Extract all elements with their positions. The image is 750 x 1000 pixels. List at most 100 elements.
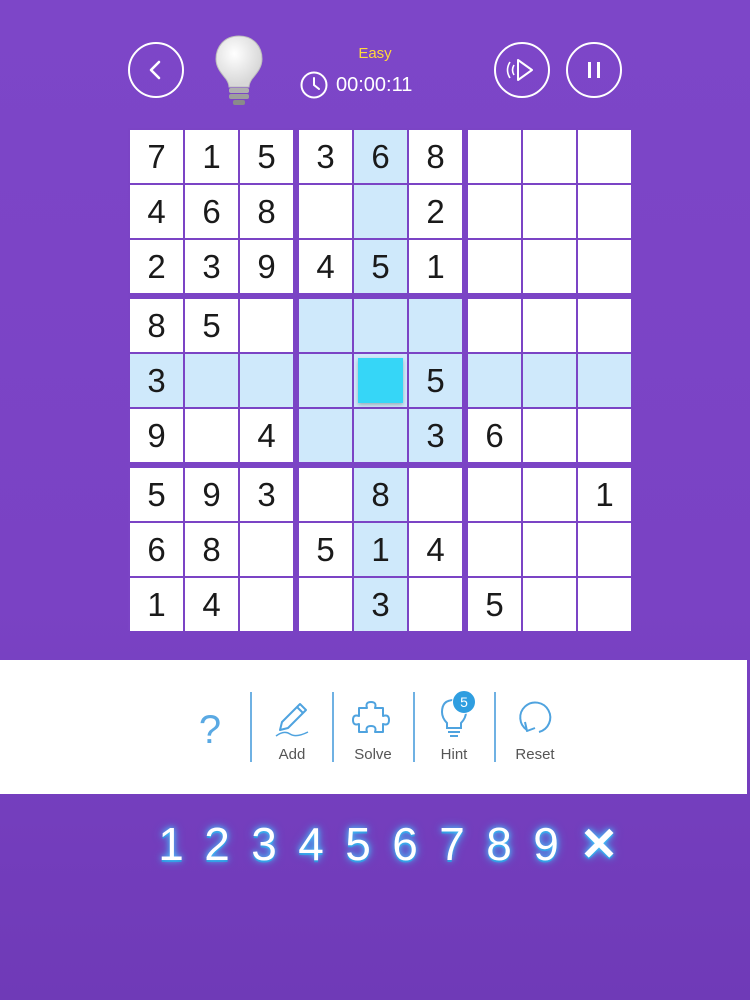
number-key-4[interactable]: 4 xyxy=(288,814,334,874)
hint-count-badge: 5 xyxy=(452,690,476,714)
cell-r3-c8[interactable] xyxy=(523,240,576,293)
cell-r6-c9[interactable] xyxy=(578,409,631,462)
cell-r2-c4[interactable] xyxy=(299,185,352,238)
cell-r6-c1[interactable]: 9 xyxy=(130,409,183,462)
cell-r6-c4[interactable] xyxy=(299,409,352,462)
number-key-6[interactable]: 6 xyxy=(382,814,428,874)
cell-r9-c5[interactable]: 3 xyxy=(354,578,407,631)
cell-r9-c1[interactable]: 1 xyxy=(130,578,183,631)
cell-r9-c2[interactable]: 4 xyxy=(185,578,238,631)
cell-r3-c9[interactable] xyxy=(578,240,631,293)
cell-r2-c9[interactable] xyxy=(578,185,631,238)
cell-r8-c4[interactable]: 5 xyxy=(299,523,352,576)
cell-r2-c1[interactable]: 4 xyxy=(130,185,183,238)
number-key-3[interactable]: 3 xyxy=(241,814,287,874)
cell-r7-c4[interactable] xyxy=(299,468,352,521)
number-key-8[interactable]: 8 xyxy=(476,814,522,874)
cell-r9-c3[interactable] xyxy=(240,578,293,631)
cell-r2-c6[interactable]: 2 xyxy=(409,185,462,238)
solve-button[interactable]: Solve xyxy=(333,690,413,770)
cell-r3-c6[interactable]: 1 xyxy=(409,240,462,293)
cell-r1-c4[interactable]: 3 xyxy=(299,130,352,183)
cell-r9-c4[interactable] xyxy=(299,578,352,631)
cell-r8-c3[interactable] xyxy=(240,523,293,576)
cell-r8-c7[interactable] xyxy=(468,523,521,576)
cell-r9-c7[interactable]: 5 xyxy=(468,578,521,631)
cell-r2-c7[interactable] xyxy=(468,185,521,238)
cell-r1-c3[interactable]: 5 xyxy=(240,130,293,183)
number-key-9[interactable]: 9 xyxy=(523,814,569,874)
cell-r6-c8[interactable] xyxy=(523,409,576,462)
sound-button[interactable] xyxy=(494,42,550,98)
cell-r8-c5[interactable]: 1 xyxy=(354,523,407,576)
cell-r4-c1[interactable]: 8 xyxy=(130,299,183,352)
cell-r6-c6[interactable]: 3 xyxy=(409,409,462,462)
cell-r4-c4[interactable] xyxy=(299,299,352,352)
cell-r9-c8[interactable] xyxy=(523,578,576,631)
cell-r2-c5[interactable] xyxy=(354,185,407,238)
cell-r5-c3[interactable] xyxy=(240,354,293,407)
cell-r8-c1[interactable]: 6 xyxy=(130,523,183,576)
help-button[interactable]: ? xyxy=(170,690,250,770)
cell-r1-c7[interactable] xyxy=(468,130,521,183)
cell-r6-c5[interactable] xyxy=(354,409,407,462)
cell-r4-c3[interactable] xyxy=(240,299,293,352)
cell-r6-c3[interactable]: 4 xyxy=(240,409,293,462)
cell-r3-c2[interactable]: 3 xyxy=(185,240,238,293)
cell-r2-c2[interactable]: 6 xyxy=(185,185,238,238)
cell-r1-c2[interactable]: 1 xyxy=(185,130,238,183)
cell-r6-c7[interactable]: 6 xyxy=(468,409,521,462)
cell-r1-c8[interactable] xyxy=(523,130,576,183)
cell-r3-c4[interactable]: 4 xyxy=(299,240,352,293)
cell-r4-c9[interactable] xyxy=(578,299,631,352)
cell-r1-c9[interactable] xyxy=(578,130,631,183)
cell-r8-c2[interactable]: 8 xyxy=(185,523,238,576)
cell-r5-c9[interactable] xyxy=(578,354,631,407)
cell-r2-c8[interactable] xyxy=(523,185,576,238)
cell-r1-c1[interactable]: 7 xyxy=(130,130,183,183)
cell-r5-c2[interactable] xyxy=(185,354,238,407)
cell-r9-c6[interactable] xyxy=(409,578,462,631)
back-button[interactable] xyxy=(128,42,184,98)
cell-r2-c3[interactable]: 8 xyxy=(240,185,293,238)
cell-r8-c9[interactable] xyxy=(578,523,631,576)
cell-r7-c7[interactable] xyxy=(468,468,521,521)
lightbulb-icon[interactable] xyxy=(212,34,266,106)
cell-r8-c6[interactable]: 4 xyxy=(409,523,462,576)
add-button[interactable]: Add xyxy=(252,690,332,770)
number-key-5[interactable]: 5 xyxy=(335,814,381,874)
cell-r4-c5[interactable] xyxy=(354,299,407,352)
cell-r7-c6[interactable] xyxy=(409,468,462,521)
number-key-7[interactable]: 7 xyxy=(429,814,475,874)
cell-r7-c1[interactable]: 5 xyxy=(130,468,183,521)
cell-r7-c2[interactable]: 9 xyxy=(185,468,238,521)
cell-r5-c7[interactable] xyxy=(468,354,521,407)
cell-r7-c9[interactable]: 1 xyxy=(578,468,631,521)
cell-r5-c4[interactable] xyxy=(299,354,352,407)
cell-r3-c1[interactable]: 2 xyxy=(130,240,183,293)
cell-r8-c8[interactable] xyxy=(523,523,576,576)
number-key-1[interactable]: 1 xyxy=(148,814,194,874)
reset-button[interactable]: Reset xyxy=(495,690,575,770)
cell-r5-c1[interactable]: 3 xyxy=(130,354,183,407)
number-key-2[interactable]: 2 xyxy=(194,814,240,874)
cell-r7-c8[interactable] xyxy=(523,468,576,521)
cell-r4-c6[interactable] xyxy=(409,299,462,352)
cell-r3-c5[interactable]: 5 xyxy=(354,240,407,293)
cell-r4-c7[interactable] xyxy=(468,299,521,352)
cell-r4-c8[interactable] xyxy=(523,299,576,352)
cell-r9-c9[interactable] xyxy=(578,578,631,631)
cell-r7-c3[interactable]: 3 xyxy=(240,468,293,521)
cell-r5-c8[interactable] xyxy=(523,354,576,407)
cell-r6-c2[interactable] xyxy=(185,409,238,462)
cell-r1-c6[interactable]: 8 xyxy=(409,130,462,183)
pause-button[interactable] xyxy=(566,42,622,98)
cell-r5-c6[interactable]: 5 xyxy=(409,354,462,407)
erase-button[interactable]: ✕ xyxy=(576,814,622,874)
cell-r7-c5[interactable]: 8 xyxy=(354,468,407,521)
cell-r3-c3[interactable]: 9 xyxy=(240,240,293,293)
cell-r3-c7[interactable] xyxy=(468,240,521,293)
cell-r1-c5[interactable]: 6 xyxy=(354,130,407,183)
cell-r5-c5[interactable] xyxy=(354,354,407,407)
cell-r4-c2[interactable]: 5 xyxy=(185,299,238,352)
